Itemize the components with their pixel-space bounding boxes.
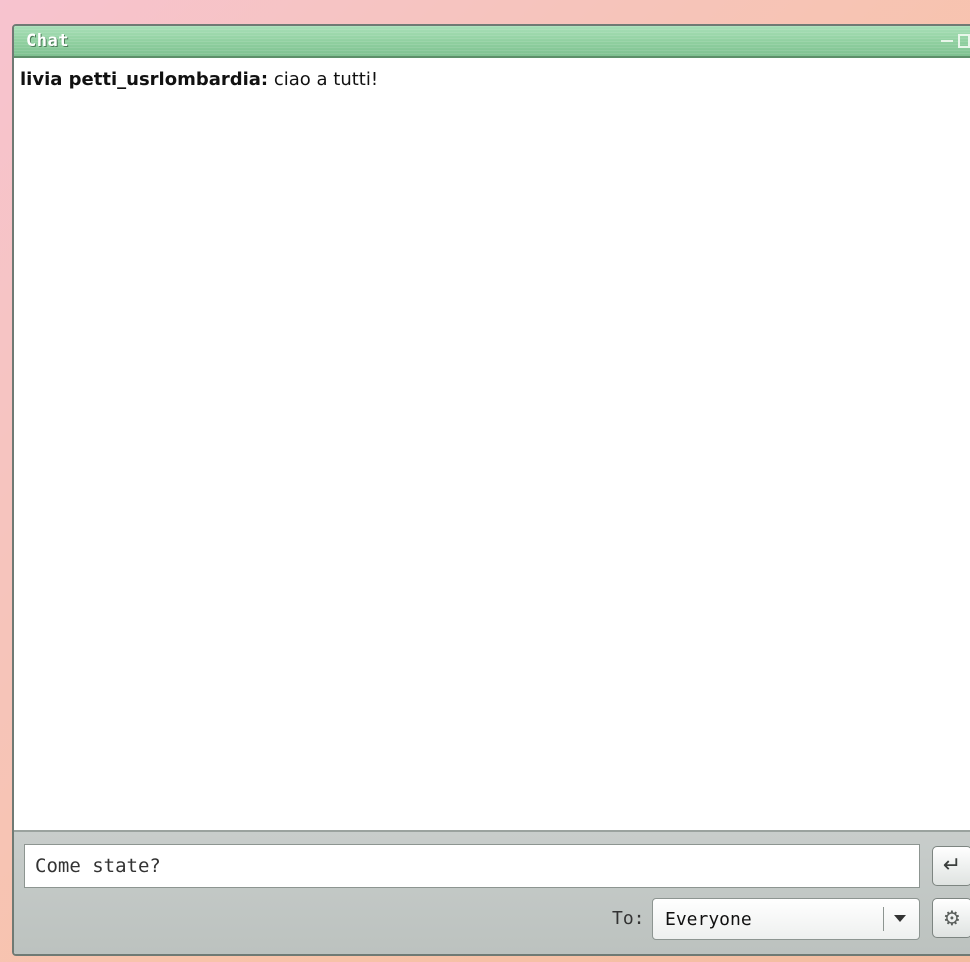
enter-icon: ↵ <box>942 853 962 878</box>
chevron-down-icon[interactable] <box>894 915 906 922</box>
chat-titlebar[interactable]: Chat <box>14 26 970 58</box>
chat-window: Chat livia petti_usrlombardia: ciao a tu… <box>12 24 970 956</box>
select-divider <box>883 907 884 931</box>
message-input[interactable] <box>24 844 920 888</box>
window-controls <box>940 31 970 49</box>
minimize-icon[interactable] <box>940 31 954 49</box>
recipient-label: To: <box>612 908 645 929</box>
gear-icon: ⚙ <box>943 906 961 930</box>
compose-toolbar: ↵ To: Everyone ⚙ <box>14 830 970 954</box>
message-sender: livia petti_usrlombardia: <box>20 69 269 90</box>
send-button[interactable]: ↵ <box>932 846 970 886</box>
maximize-icon[interactable] <box>958 33 970 48</box>
message-list: livia petti_usrlombardia: ciao a tutti! <box>14 58 970 830</box>
chat-message: livia petti_usrlombardia: ciao a tutti! <box>20 68 970 92</box>
message-text: ciao a tutti! <box>268 69 379 90</box>
chat-title: Chat <box>26 31 69 51</box>
recipient-value: Everyone <box>665 909 752 930</box>
recipient-select[interactable]: Everyone <box>652 898 920 940</box>
chat-options-button[interactable]: ⚙ <box>932 898 970 938</box>
